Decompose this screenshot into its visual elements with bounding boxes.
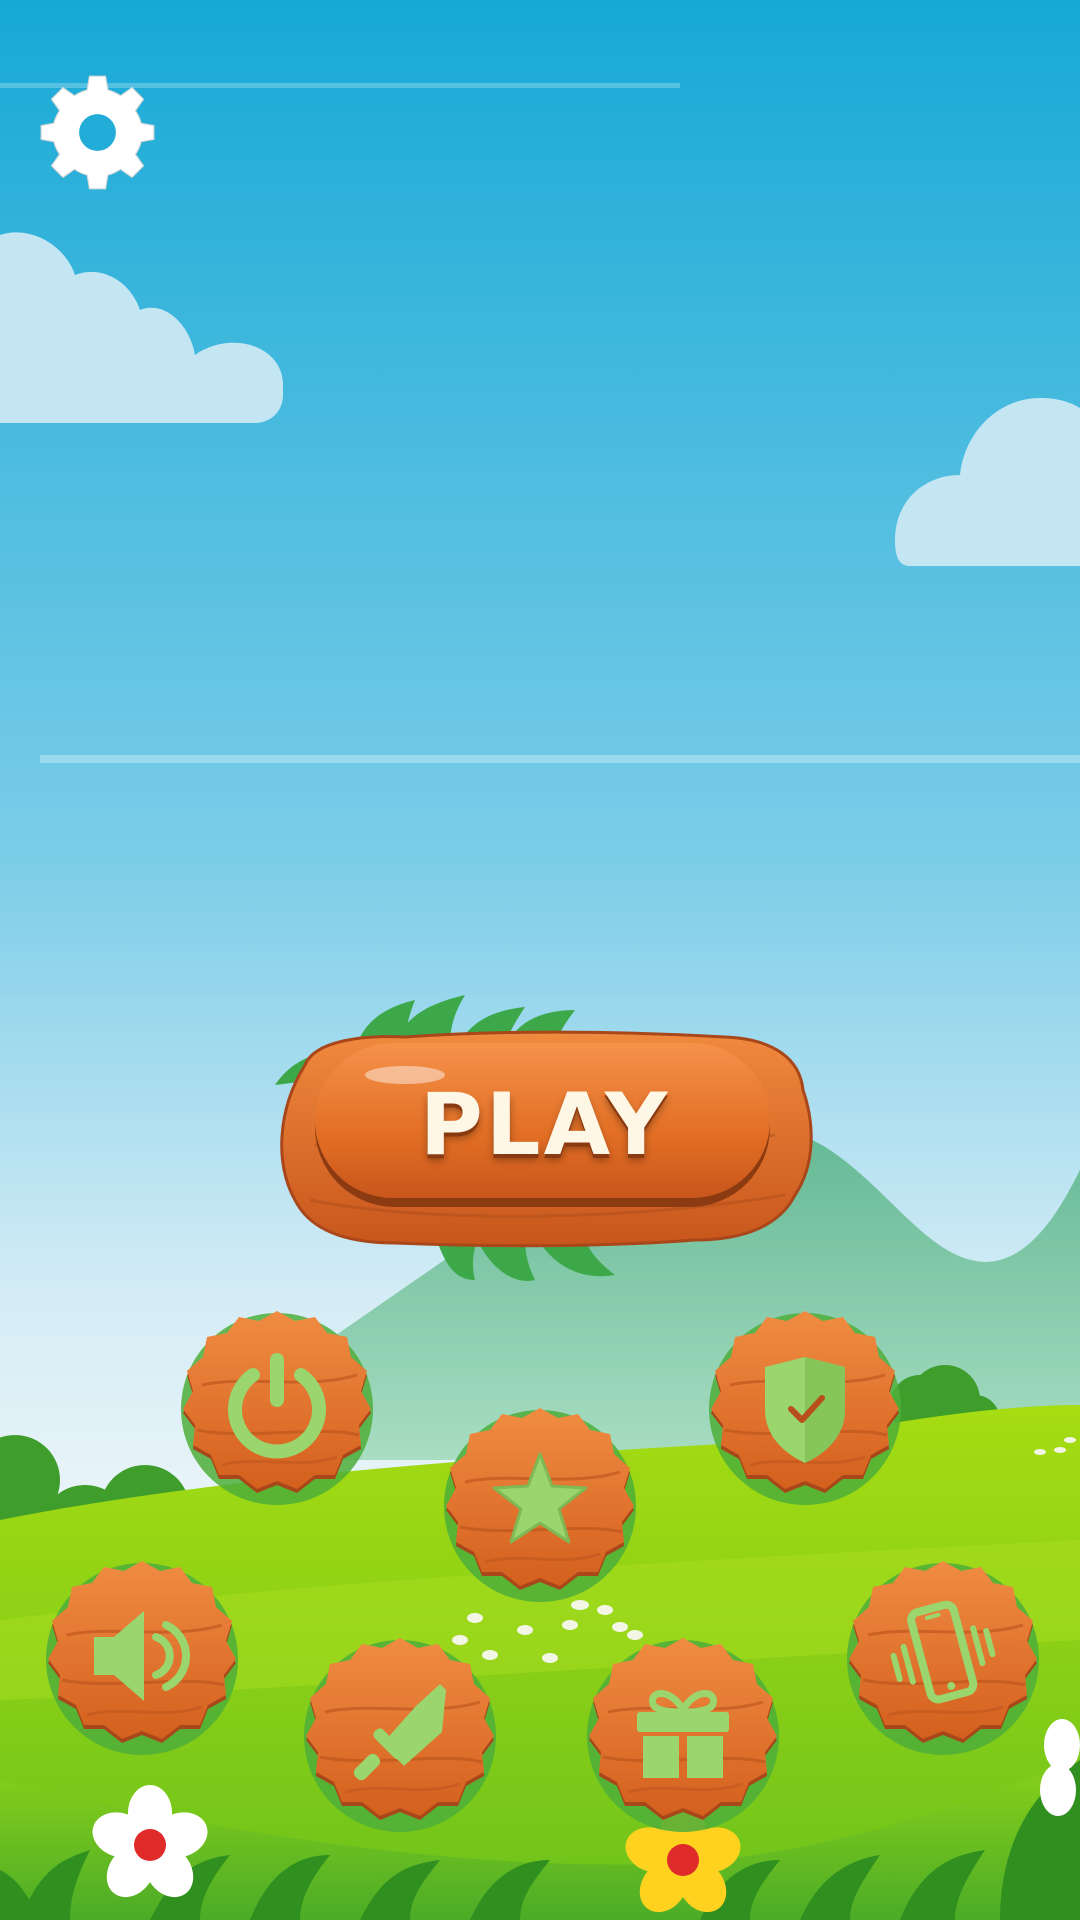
- gear-icon: [40, 75, 155, 190]
- play-button[interactable]: PLAY: [255, 995, 825, 1285]
- gift-button[interactable]: [583, 1632, 783, 1832]
- sound-button[interactable]: [42, 1555, 242, 1755]
- vibration-button[interactable]: [843, 1555, 1043, 1755]
- rate-button[interactable]: [440, 1402, 640, 1602]
- weapons-button[interactable]: [300, 1632, 500, 1832]
- sky-streak: [40, 755, 1080, 763]
- power-button[interactable]: [177, 1305, 377, 1505]
- settings-button[interactable]: [40, 75, 155, 190]
- privacy-button[interactable]: [705, 1305, 905, 1505]
- play-button-plank: [275, 995, 813, 1281]
